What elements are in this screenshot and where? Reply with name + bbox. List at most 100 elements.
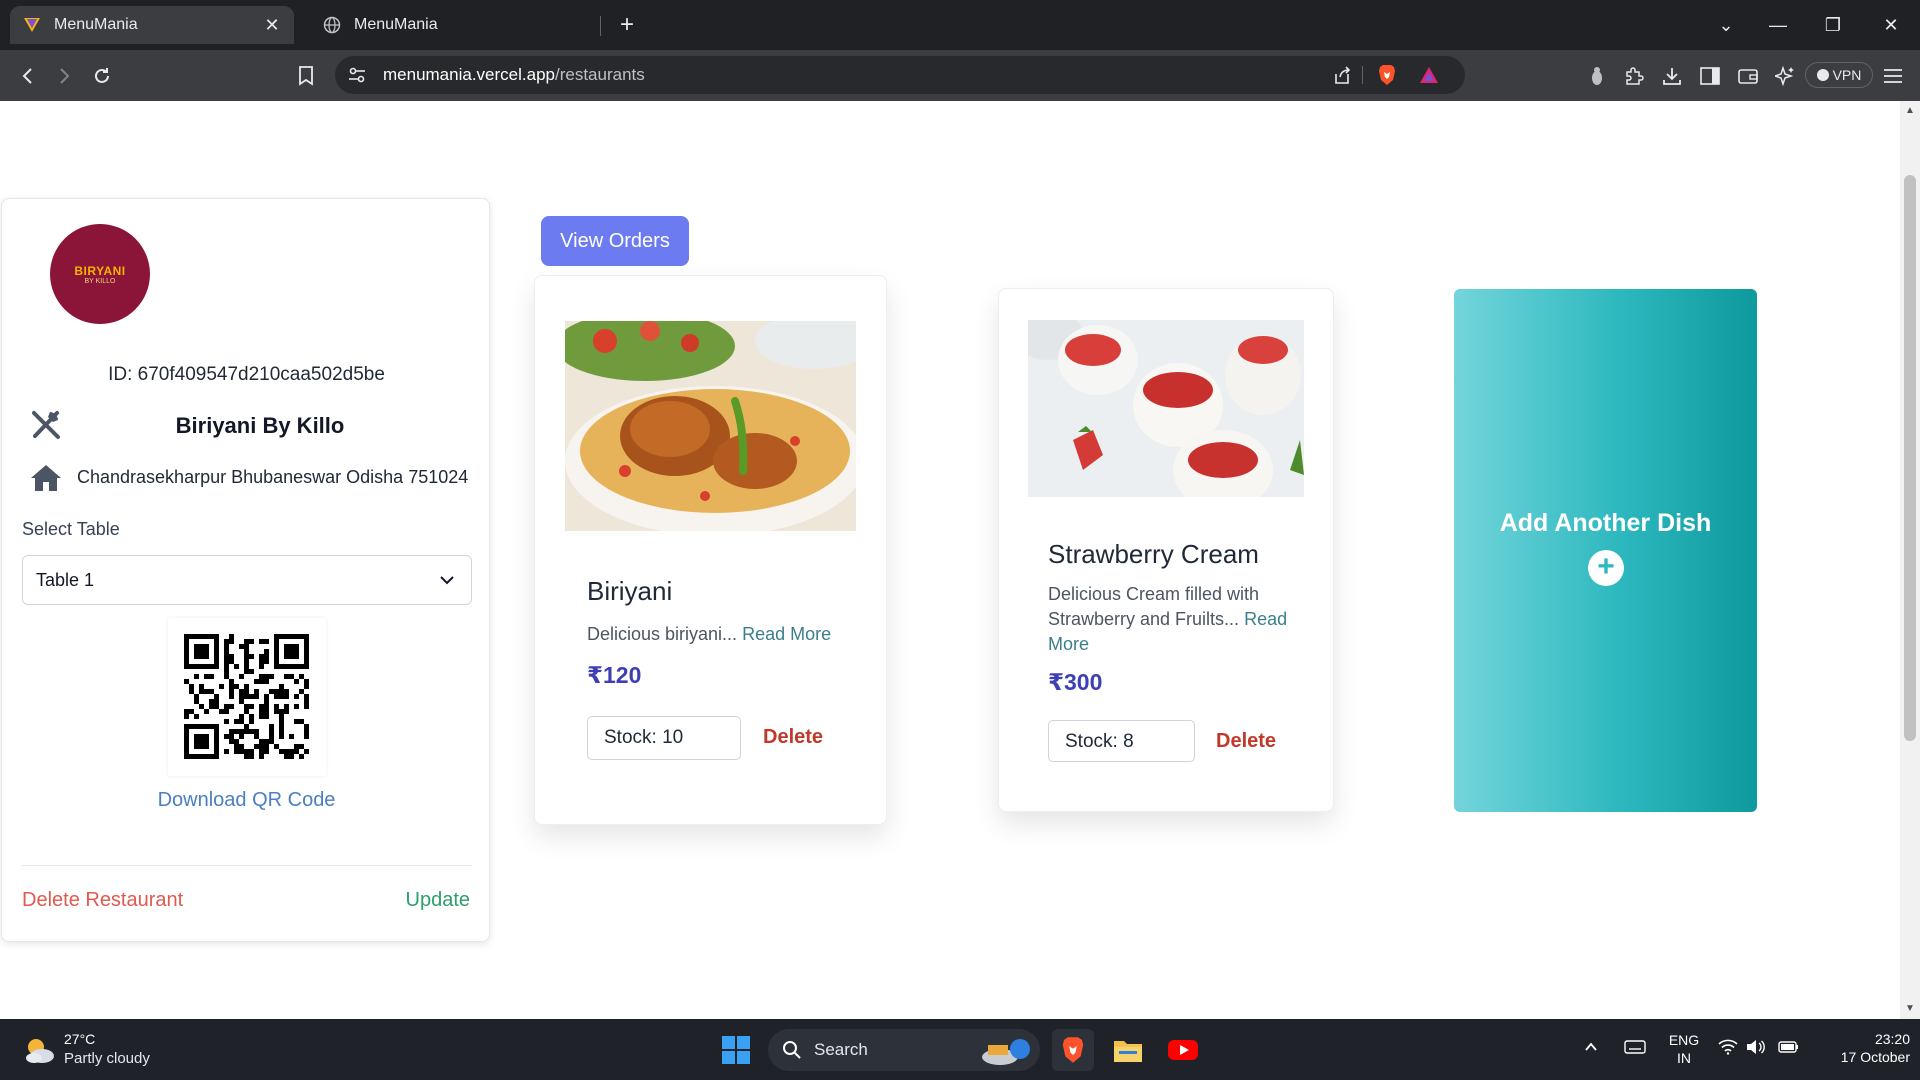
stock-input[interactable]: Stock: 8	[1048, 720, 1195, 762]
read-more-link[interactable]: Read	[1244, 609, 1287, 629]
restaurant-card-divider	[22, 865, 472, 866]
browser-tab-strip: MenuMania ✕ MenuMania + ⌄ — ❐ ✕	[0, 0, 1920, 50]
new-tab-plus-icon[interactable]: +	[612, 10, 642, 40]
view-orders-button[interactable]: View Orders	[541, 216, 689, 266]
download-icon[interactable]	[1656, 60, 1688, 92]
tab-menumania-inactive[interactable]: MenuMania	[310, 6, 600, 44]
scroll-up-arrow-icon[interactable]: ▲	[1904, 105, 1916, 117]
windows-start-icon[interactable]	[715, 1029, 757, 1071]
select-table-label: Select Table	[22, 519, 120, 539]
region-code: IN	[1677, 1050, 1691, 1066]
dish-name: Strawberry Cream	[1048, 539, 1259, 569]
globe-icon	[322, 15, 342, 35]
url-host: menumania.vercel.app	[383, 65, 555, 84]
volume-icon[interactable]	[1746, 1039, 1768, 1061]
search-icon	[783, 1041, 801, 1059]
restaurant-name-row: Biriyani By Killo	[30, 407, 470, 443]
plus-circle-icon: +	[1588, 550, 1624, 586]
keyboard-icon[interactable]	[1624, 1039, 1646, 1061]
show-hidden-icons-chevron-icon[interactable]	[1583, 1039, 1605, 1061]
leo-ai-icon[interactable]	[1581, 60, 1613, 92]
dish-price: ₹300	[1048, 669, 1103, 695]
address-bar-divider	[1362, 66, 1363, 84]
scrollbar-thumb[interactable]	[1904, 175, 1916, 741]
tab-search-chevron-icon[interactable]: ⌄	[1706, 8, 1746, 42]
vpn-status-icon	[1816, 69, 1829, 81]
dish-description-text: Delicious biriyani...	[587, 624, 738, 644]
hamburger-menu-icon[interactable]	[1877, 60, 1909, 92]
dish-description: Delicious Cream filled with Strawberry a…	[1048, 582, 1308, 657]
dish-description: Delicious biriyani... Read More	[587, 622, 831, 647]
restaurant-logo: BIRYANI BY KILLO	[50, 224, 150, 324]
logo-text: BIRYANI	[74, 263, 126, 278]
restore-icon[interactable]: ❐	[1813, 8, 1853, 42]
taskbar-search-label: Search	[814, 1040, 868, 1059]
read-more-link[interactable]: Read More	[742, 624, 831, 644]
browser-toolbar: menumania.vercel.app/restaurants VPN	[0, 50, 1920, 101]
minimize-icon[interactable]: —	[1758, 8, 1798, 42]
restaurant-address-row: Chandrasekharpur Bhubaneswar Odisha 7510…	[30, 461, 470, 495]
add-another-dish-label: Add Another Dish	[1499, 509, 1712, 537]
table-select-value: Table 1	[36, 570, 95, 590]
close-tab-icon[interactable]: ✕	[262, 15, 282, 36]
brave-shields-icon[interactable]	[1373, 63, 1401, 87]
dish-price: ₹120	[587, 662, 642, 688]
logo-subtext: BY KILLO	[84, 277, 116, 285]
site-info-icon[interactable]	[347, 65, 367, 85]
delete-dish-button[interactable]: Delete	[763, 726, 823, 749]
battery-charging-icon[interactable]	[1778, 1039, 1800, 1061]
bookmark-icon[interactable]	[290, 60, 322, 92]
file-explorer-icon[interactable]	[1107, 1029, 1149, 1071]
weather-condition: Partly cloudy	[64, 1050, 150, 1067]
windows-taskbar: 27°C Partly cloudy Search ENG IN 23:20 1…	[0, 1019, 1920, 1080]
update-button[interactable]: Update	[406, 889, 471, 912]
tab-menumania-active[interactable]: MenuMania ✕	[10, 6, 294, 44]
restaurant-card: BIRYANI BY KILLO ID: 670f409547d210caa50…	[1, 198, 490, 942]
read-more-link-continued[interactable]: More	[1048, 632, 1308, 657]
wifi-icon[interactable]	[1718, 1039, 1740, 1061]
address-bar[interactable]: menumania.vercel.app/restaurants	[335, 56, 1465, 94]
stock-input[interactable]: Stock: 10	[587, 716, 741, 760]
dish-image-biriyani	[565, 321, 856, 531]
share-icon[interactable]	[1328, 63, 1356, 87]
taskbar-search[interactable]: Search	[768, 1029, 1040, 1071]
page-scrollbar[interactable]: ▲ ▼	[1900, 101, 1920, 1019]
forward-arrow-icon[interactable]	[48, 60, 80, 92]
home-icon	[31, 465, 61, 491]
table-select[interactable]: Table 1	[22, 555, 472, 605]
brave-rewards-icon[interactable]	[1415, 63, 1443, 87]
wallet-icon[interactable]	[1732, 60, 1764, 92]
back-arrow-icon[interactable]	[12, 60, 44, 92]
chevron-down-icon	[440, 576, 454, 585]
language-code: ENG	[1668, 1032, 1700, 1048]
delete-restaurant-button[interactable]: Delete Restaurant	[22, 889, 183, 912]
delete-dish-button[interactable]: Delete	[1216, 730, 1276, 753]
clock-time: 23:20	[1874, 1031, 1910, 1047]
leo-sparkle-icon[interactable]	[1769, 60, 1801, 92]
extensions-puzzle-icon[interactable]	[1618, 60, 1650, 92]
search-highlight-icon	[982, 1039, 1030, 1065]
reload-icon[interactable]	[86, 60, 118, 92]
vpn-button[interactable]: VPN	[1805, 62, 1873, 88]
qr-code-image	[168, 618, 326, 776]
page-viewport: BIRYANI BY KILLO ID: 670f409547d210caa50…	[0, 101, 1920, 1019]
sidebar-toggle-icon[interactable]	[1694, 60, 1726, 92]
clock-date: 17 October	[1840, 1049, 1910, 1065]
tab-title: MenuMania	[354, 16, 438, 33]
dish-image-strawberry-cream	[1028, 320, 1304, 497]
youtube-icon[interactable]	[1162, 1029, 1204, 1071]
url-path: /restaurants	[554, 65, 645, 84]
brave-taskbar-icon[interactable]	[1052, 1029, 1094, 1071]
close-window-icon[interactable]: ✕	[1871, 8, 1911, 42]
url-text: menumania.vercel.app/restaurants	[383, 65, 645, 85]
clock[interactable]: 23:20 17 October	[1810, 1030, 1910, 1066]
brave-favicon-icon	[22, 15, 42, 35]
restaurant-address: Chandrasekharpur Bhubaneswar Odisha 7510…	[77, 467, 469, 487]
weather-widget[interactable]: 27°C Partly cloudy	[18, 1029, 218, 1071]
language-indicator[interactable]: ENG IN	[1664, 1031, 1704, 1067]
partly-cloudy-icon	[26, 1039, 54, 1063]
add-another-dish-card[interactable]: Add Another Dish +	[1454, 289, 1757, 812]
scroll-down-arrow-icon[interactable]: ▼	[1904, 1003, 1916, 1015]
vpn-label: VPN	[1832, 67, 1862, 83]
download-qr-link[interactable]: Download QR Code	[2, 789, 491, 812]
